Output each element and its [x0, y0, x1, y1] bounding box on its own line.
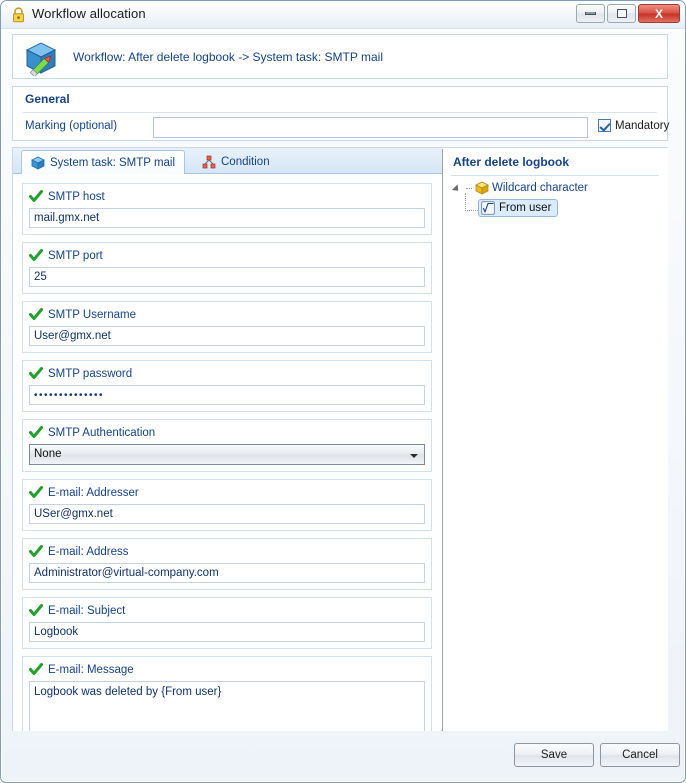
workflow-cube-icon — [25, 42, 57, 76]
marking-input[interactable] — [153, 117, 588, 138]
smtp-host-input[interactable] — [29, 208, 425, 228]
mandatory-checkbox[interactable] — [598, 119, 611, 132]
green-check-icon — [29, 367, 43, 379]
general-section-title: General — [25, 92, 70, 106]
tree-connector — [465, 193, 478, 211]
maximize-button[interactable] — [607, 4, 636, 23]
field-email-addresser: E-mail: Addresser — [22, 479, 432, 531]
field-smtp-port: SMTP port — [22, 242, 432, 294]
tab-label: Condition — [221, 156, 270, 168]
field-label: SMTP port — [48, 249, 103, 262]
tab-strip: System task: SMTP mail Condition — [13, 148, 442, 174]
green-check-icon — [29, 426, 43, 438]
field-label: E-mail: Address — [48, 545, 129, 558]
field-email-subject: E-mail: Subject — [22, 597, 432, 649]
close-button[interactable]: X — [638, 4, 680, 23]
close-icon: X — [654, 6, 663, 21]
field-label: E-mail: Message — [48, 663, 134, 676]
green-check-icon — [29, 190, 43, 202]
client-area: Workflow: After delete logbook -> System… — [9, 31, 680, 767]
wildcard-tree-panel: After delete logbook Wildcard character — [443, 148, 668, 731]
field-smtp-authentication: SMTP Authentication None — [22, 419, 432, 472]
field-label: SMTP host — [48, 190, 105, 203]
email-subject-input[interactable] — [29, 622, 425, 642]
green-check-icon — [29, 663, 43, 675]
field-label: E-mail: Subject — [48, 604, 126, 617]
tree-node-label: From user — [499, 202, 552, 214]
title-bar: Workflow allocation X — [1, 1, 685, 29]
green-check-icon — [29, 486, 43, 498]
smtp-port-input[interactable] — [29, 267, 425, 287]
smtp-username-input[interactable] — [29, 326, 425, 346]
tree-node-from-user[interactable]: From user — [465, 193, 559, 217]
field-label: SMTP Authentication — [48, 426, 156, 439]
field-email-message: E-mail: Message — [22, 656, 432, 731]
email-message-textarea[interactable] — [29, 681, 425, 731]
tab-system-task-smtp-mail[interactable]: System task: SMTP mail — [21, 150, 186, 174]
field-smtp-username: SMTP Username — [22, 301, 432, 353]
green-check-icon — [29, 545, 43, 557]
formula-icon — [481, 201, 495, 215]
section-divider — [23, 112, 657, 113]
field-smtp-host: SMTP host — [22, 183, 432, 235]
minimize-icon — [585, 12, 596, 15]
lock-icon — [13, 7, 24, 23]
save-button[interactable]: Save — [514, 743, 594, 767]
expander-collapse-icon[interactable] — [454, 184, 463, 193]
content-panel: System task: SMTP mail Condition SMTP ho… — [12, 147, 668, 731]
blue-cube-icon — [31, 156, 45, 170]
cancel-button[interactable]: Cancel — [600, 743, 680, 767]
tree-title: After delete logbook — [453, 155, 570, 169]
green-check-icon — [29, 604, 43, 616]
smtp-authentication-select[interactable]: None — [29, 444, 425, 465]
mandatory-checkbox-wrap[interactable]: Mandatory — [598, 119, 669, 132]
field-email-address: E-mail: Address — [22, 538, 432, 590]
tab-label: System task: SMTP mail — [50, 156, 176, 169]
tree-divider — [451, 175, 659, 176]
tree-node-selection[interactable]: From user — [478, 199, 559, 217]
field-smtp-password: SMTP password — [22, 360, 432, 412]
green-check-icon — [29, 308, 43, 320]
tree-connector — [466, 187, 472, 189]
tree-node-label: Wildcard character — [492, 182, 588, 194]
maximize-icon — [616, 9, 627, 18]
field-label: E-mail: Addresser — [48, 486, 139, 499]
tab-condition[interactable]: Condition — [193, 150, 279, 174]
window-title: Workflow allocation — [32, 6, 146, 21]
workflow-allocation-window: Workflow allocation X Workflow: After de… — [0, 0, 686, 783]
condition-nodes-icon — [202, 155, 216, 169]
email-addresser-input[interactable] — [29, 504, 425, 524]
smtp-form: SMTP host SMTP port — [13, 175, 441, 731]
field-label: SMTP password — [48, 367, 133, 380]
minimize-button[interactable] — [576, 4, 605, 23]
dialog-footer: Save Cancel — [9, 737, 680, 779]
email-address-input[interactable] — [29, 563, 425, 583]
smtp-password-input[interactable] — [29, 385, 425, 405]
workflow-title: Workflow: After delete logbook -> System… — [73, 50, 384, 64]
general-section: General Marking (optional) Mandatory — [12, 86, 669, 141]
field-label: SMTP Username — [48, 308, 136, 321]
mandatory-label: Mandatory — [615, 119, 670, 132]
marking-label: Marking (optional) — [25, 120, 118, 132]
workflow-header: Workflow: After delete logbook -> System… — [12, 34, 668, 79]
green-check-icon — [29, 249, 43, 261]
